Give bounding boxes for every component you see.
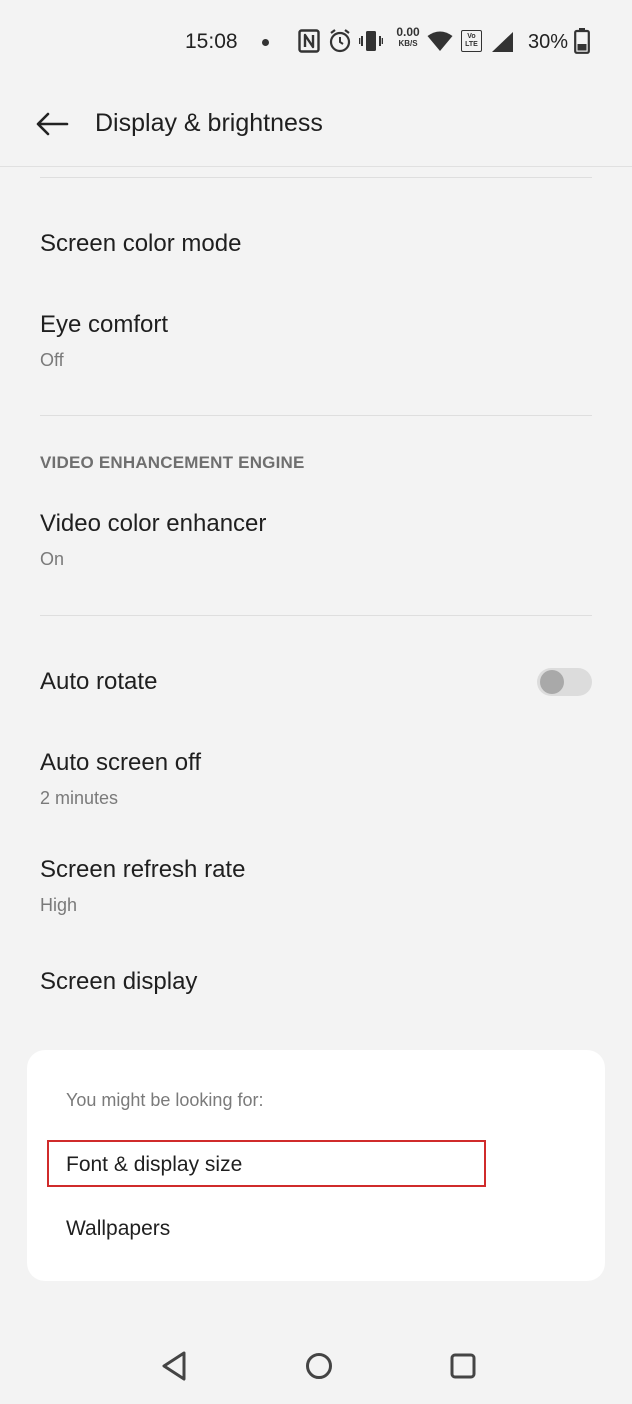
- suggestion-wallpapers[interactable]: Wallpapers: [66, 1217, 170, 1241]
- screen-display-title: Screen display: [40, 968, 198, 995]
- auto-rotate-toggle[interactable]: [537, 668, 592, 696]
- video-color-enhancer-title: Video color enhancer: [40, 510, 267, 537]
- page-title: Display & brightness: [95, 109, 323, 137]
- divider: [40, 177, 592, 178]
- battery-percent: 30%: [528, 31, 569, 53]
- auto-rotate-item[interactable]: Auto rotate: [40, 668, 592, 696]
- video-color-enhancer-value: On: [40, 549, 65, 569]
- screen-refresh-rate-title: Screen refresh rate: [40, 856, 246, 883]
- screen-color-mode-item[interactable]: Screen color mode: [40, 230, 592, 258]
- notification-dot-icon: [262, 39, 269, 46]
- signal-icon: [491, 31, 515, 58]
- volte-line2: LTE: [465, 41, 478, 48]
- nav-recents-icon[interactable]: [449, 1350, 477, 1387]
- back-button[interactable]: [28, 104, 76, 148]
- suggestion-font-display-size[interactable]: Font & display size: [66, 1153, 242, 1177]
- nav-back-icon[interactable]: [160, 1350, 188, 1387]
- battery-icon: [574, 28, 590, 59]
- net-speed-value: 0.00: [396, 25, 420, 39]
- auto-screen-off-item[interactable]: Auto screen off 2 minutes: [40, 749, 592, 809]
- screen-display-item[interactable]: Screen display: [40, 968, 592, 996]
- video-enhancement-section-header: VIDEO ENHANCEMENT ENGINE: [40, 453, 305, 472]
- auto-screen-off-value: 2 minutes: [40, 788, 119, 808]
- status-time: 15:08: [185, 30, 238, 53]
- video-color-enhancer-item[interactable]: Video color enhancer On: [40, 510, 592, 570]
- volte-line1: Vo: [467, 33, 476, 40]
- auto-rotate-title: Auto rotate: [40, 668, 158, 695]
- screen-color-mode-title: Screen color mode: [40, 230, 242, 257]
- suggestions-card: You might be looking for: Font & display…: [27, 1050, 605, 1281]
- divider: [40, 415, 592, 416]
- status-bar: 15:08 0.00 KB/S Vo LTE 30%: [0, 0, 632, 86]
- divider: [40, 615, 592, 616]
- screen-refresh-rate-item[interactable]: Screen refresh rate High: [40, 856, 592, 916]
- wifi-icon: [427, 31, 453, 57]
- app-bar: Display & brightness: [0, 86, 632, 167]
- vibrate-icon: [358, 29, 384, 58]
- eye-comfort-value: Off: [40, 350, 64, 370]
- navigation-bar: [0, 1330, 632, 1404]
- screen-refresh-rate-value: High: [40, 895, 78, 915]
- auto-screen-off-title: Auto screen off: [40, 749, 201, 776]
- eye-comfort-title: Eye comfort: [40, 311, 169, 338]
- nfc-icon: [298, 29, 320, 58]
- arrow-back-icon: [35, 112, 69, 141]
- volte-icon: Vo LTE: [461, 30, 482, 52]
- nav-home-icon[interactable]: [304, 1350, 334, 1387]
- network-speed: 0.00 KB/S: [392, 25, 424, 49]
- net-speed-unit: KB/S: [398, 39, 418, 48]
- toggle-knob: [540, 670, 564, 694]
- suggestions-heading: You might be looking for:: [66, 1090, 264, 1110]
- alarm-icon: [328, 28, 352, 59]
- eye-comfort-item[interactable]: Eye comfort Off: [40, 311, 592, 371]
